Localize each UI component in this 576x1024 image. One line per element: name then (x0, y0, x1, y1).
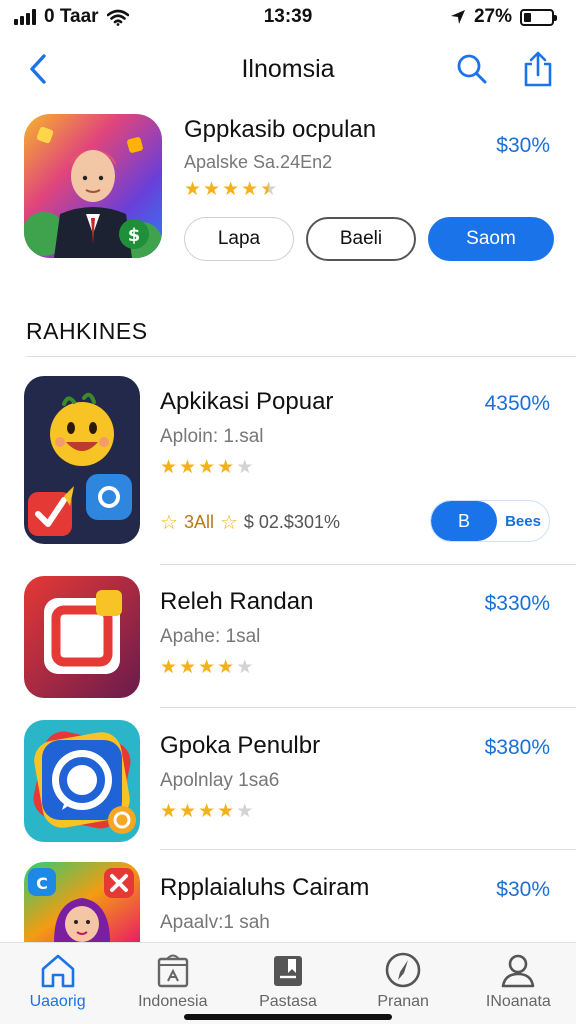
row-divider (160, 707, 576, 708)
share-button[interactable] (520, 51, 556, 87)
star-filled-icon: ★ (198, 801, 216, 822)
search-button[interactable] (454, 51, 490, 87)
compass-icon (385, 952, 421, 988)
app-price[interactable]: $30% (496, 878, 550, 902)
status-bar: 0 Taar 13:39 27% (0, 0, 576, 34)
app-title: Rpplaialuhs Cairam (160, 874, 370, 901)
star-filled-icon: ★ (179, 457, 197, 478)
tab-inoanata[interactable]: INoanata (468, 951, 568, 1024)
app-icon (24, 720, 140, 842)
app-meta: ☆ 3All ☆ $ 02.$301% (160, 510, 340, 535)
star-filled-icon: ★ (203, 179, 221, 200)
list-item[interactable]: Releh Randan Apahe: 1sal ★ ★ ★ ★ ★ $330% (24, 576, 554, 700)
nav-bar: Ilnomsia (0, 40, 576, 98)
star-outline-icon: ☆ (160, 512, 178, 534)
app-icon (24, 376, 140, 544)
lapa-button[interactable]: Lapa (184, 217, 294, 261)
section-divider (26, 356, 576, 357)
back-button[interactable] (20, 51, 56, 87)
battery-icon (520, 8, 557, 26)
tab-label: Indonesia (138, 993, 208, 1010)
rating-stars: ★ ★ ★ ★ ★ (160, 458, 253, 477)
app-icon: C (24, 862, 140, 942)
chevron-left-icon (30, 54, 46, 84)
meta-left-text: 3All (183, 512, 214, 532)
tab-home[interactable]: Uaaorig (8, 951, 108, 1024)
svg-text:$: $ (128, 225, 141, 246)
list-item[interactable]: Apkikasi Popuar Aploin: 1.sal ★ ★ ★ ★ ★ 4350… (24, 376, 554, 546)
star-filled-icon: ★ (179, 801, 197, 822)
tab-label: Pranan (377, 993, 429, 1010)
star-filled-icon: ★ (198, 657, 216, 678)
row-divider (160, 849, 576, 850)
search-icon (457, 54, 487, 84)
featured-app-title: Gppkasib ocpulan (184, 116, 377, 143)
app-title: Gpoka Penulbr (160, 732, 321, 759)
featured-app-price[interactable]: $30% (496, 134, 550, 158)
star-filled-icon: ★ (184, 179, 202, 200)
row-divider (160, 564, 576, 565)
home-indicator (184, 1014, 392, 1020)
app-title: Apkikasi Popuar (160, 388, 334, 415)
share-icon (524, 51, 552, 87)
star-filled-icon: ★ (217, 657, 235, 678)
tab-label: Pastasa (259, 993, 317, 1010)
app-price[interactable]: 4350% (485, 392, 550, 416)
app-subtitle: Aploin: 1.sal (160, 426, 264, 447)
featured-app-card[interactable]: $ Gppkasib ocpulan Apalske Sa.24En2 ★ ★ ★ ★… (24, 114, 554, 264)
app-price[interactable]: $380% (485, 736, 550, 760)
featured-button-group: Lapa Baeli Saom (184, 217, 554, 261)
battery-fill (524, 12, 532, 22)
status-time: 13:39 (263, 6, 313, 27)
star-empty-icon: ★ (236, 801, 254, 822)
featured-app-icon: $ (24, 114, 162, 258)
svg-text:C: C (36, 874, 48, 893)
bookmark-doc-icon (273, 956, 302, 986)
nav-actions (454, 51, 556, 87)
split-action-button: B Bees (430, 500, 550, 542)
star-filled-icon: ★ (179, 657, 197, 678)
app-price[interactable]: $330% (485, 592, 550, 616)
star-filled-icon: ★ (222, 179, 240, 200)
star-filled-icon: ★ (160, 801, 178, 822)
star-outline-icon: ☆ (219, 512, 238, 534)
app-icon (24, 576, 140, 698)
featured-app-subtitle: Apalske Sa.24En2 (184, 152, 333, 172)
app-subtitle: Apaalv:1 sah (160, 912, 270, 933)
store-bag-icon (157, 954, 188, 988)
home-icon (41, 954, 74, 988)
app-subtitle: Apahe: 1sal (160, 626, 261, 647)
split-action-secondary[interactable]: Bees (497, 513, 549, 530)
list-item[interactable]: C Rpplaialuhs Cairam Apaalv:1 sah $30% (24, 862, 554, 942)
meta-right-text: $ 02.$301% (243, 512, 340, 532)
star-filled-icon: ★ (241, 179, 259, 200)
rating-stars: ★ ★ ★ ★ ★ (160, 658, 253, 677)
star-filled-icon: ★ (160, 457, 178, 478)
star-half-icon: ★ (260, 179, 278, 200)
star-filled-icon: ★ (160, 657, 178, 678)
star-filled-icon: ★ (217, 801, 235, 822)
rating-stars: ★ ★ ★ ★ ★ (160, 802, 253, 821)
featured-rating-stars: ★ ★ ★ ★ ★ (184, 180, 277, 199)
split-action-primary[interactable]: B (431, 501, 497, 541)
rankings-header: RAHKINES (26, 318, 148, 344)
tab-bar: Uaaorig Indonesia Pastasa Pranan INoanat… (0, 942, 576, 1024)
star-filled-icon: ★ (198, 457, 216, 478)
app-title: Releh Randan (160, 588, 314, 615)
baeli-button[interactable]: Baeli (306, 217, 416, 261)
list-item[interactable]: Gpoka Penulbr Apolnlay 1sa6 ★ ★ ★ ★ ★ $380% (24, 720, 554, 844)
star-filled-icon: ★ (217, 457, 235, 478)
tab-label: INoanata (485, 993, 551, 1010)
person-icon (502, 954, 535, 988)
saom-button[interactable]: Saom (428, 217, 554, 261)
tab-label: Uaaorig (29, 993, 86, 1010)
star-empty-icon: ★ (236, 457, 254, 478)
app-subtitle: Apolnlay 1sa6 (160, 770, 280, 791)
star-empty-icon: ★ (236, 657, 254, 678)
